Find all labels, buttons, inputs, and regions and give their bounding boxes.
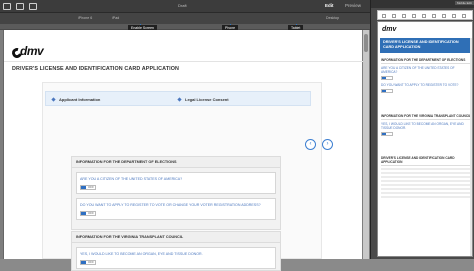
step-label: Legal License Consent (185, 97, 229, 102)
panel-header: Mobile Edit (371, 0, 474, 8)
mobile-text-line (381, 196, 471, 198)
mobile-section-heading: INFORMATION FOR THE VIRGINIA TRANSPLANT … (381, 114, 471, 120)
step-label: Applicant Information (59, 97, 101, 102)
toggle-switch[interactable]: OFF (80, 185, 96, 190)
tool-icon[interactable] (382, 14, 386, 18)
mobile-question: DO YOU WANT TO APPLY TO REGISTER TO VOTE… (381, 83, 459, 87)
page-canvas: dmv DRIVER'S LICENSE AND IDENTIFICATION … (3, 30, 363, 271)
mobile-text-line (381, 188, 471, 190)
toggle-label: OFF (88, 185, 94, 189)
toggle-switch[interactable]: OFF (80, 211, 96, 216)
mobile-section-heading: DRIVER'S LICENSE AND IDENTIFICATION CARD… (381, 156, 471, 166)
top-toolbar: Draft Edit Preview (0, 0, 370, 13)
document-title: Draft (178, 3, 187, 8)
comment-icon[interactable] (29, 3, 37, 10)
page-title: DRIVER'S LICENSE AND IDENTIFICATION CARD… (12, 66, 180, 72)
question-text: DO YOU WANT TO APPLY TO REGISTER TO VOTE… (80, 203, 261, 207)
dmv-logo-text: dmv (20, 44, 44, 58)
next-arrow-icon[interactable]: › (322, 139, 333, 150)
mobile-toggle[interactable] (381, 76, 393, 80)
mobile-scrollbar[interactable] (470, 38, 472, 256)
mobile-frame: dmv DRIVER'S LICENSE AND IDENTIFICATION … (377, 21, 473, 257)
previous-arrow-icon[interactable]: ‹ (305, 139, 316, 150)
mobile-toggle-knob (382, 90, 386, 92)
toggle-knob (81, 261, 86, 264)
header-row: dmv (4, 40, 363, 62)
mobile-text-line (381, 176, 471, 178)
panel-icon-toolbar (377, 10, 473, 20)
question-card: DO YOU WANT TO APPLY TO REGISTER TO VOTE… (76, 198, 276, 220)
section-elections: INFORMATION FOR THE DEPARTMENT OF ELECTI… (71, 156, 281, 230)
preview-tab[interactable]: Preview (345, 3, 361, 8)
mobile-section-heading: INFORMATION FOR THE DEPARTMENT OF ELECTI… (381, 58, 471, 64)
question-card: YES, I WOULD LIKE TO BECOME AN ORGAN, EY… (76, 247, 276, 269)
mobile-question: YES, I WOULD LIKE TO BECOME AN ORGAN, EY… (381, 122, 464, 130)
step-legal-license-consent[interactable]: Legal License Consent (177, 97, 229, 103)
layout-icon[interactable] (16, 3, 24, 10)
mobile-preview-panel: Mobile Edit dmv DRIVER'S LICENSE AND IDE… (370, 0, 474, 259)
step-bullet-icon (177, 97, 182, 103)
tool-icon[interactable] (452, 14, 456, 18)
mobile-toggle[interactable] (381, 132, 393, 136)
device-tablet-label[interactable]: iPad (112, 16, 119, 20)
question-text: ARE YOU A CITIZEN OF THE UNITED STATES O… (80, 177, 183, 181)
tool-icon[interactable] (412, 14, 416, 18)
question-card: ARE YOU A CITIZEN OF THE UNITED STATES O… (76, 172, 276, 194)
mobile-question: ARE YOU A CITIZEN OF THE UNITED STATES O… (381, 66, 455, 74)
toggle-knob (81, 212, 86, 215)
tool-icon[interactable] (442, 14, 446, 18)
mobile-block-application: DRIVER'S LICENSE AND IDENTIFICATION CARD… (381, 156, 471, 200)
section-heading: INFORMATION FOR THE VIRGINIA TRANSPLANT … (72, 232, 280, 243)
mobile-block-elections: INFORMATION FOR THE DEPARTMENT OF ELECTI… (381, 58, 471, 96)
step-applicant-information[interactable]: Applicant Information (51, 97, 101, 103)
toggle-label: OFF (88, 211, 94, 215)
panel-tag[interactable]: Mobile Edit (455, 1, 474, 5)
tool-icon[interactable] (402, 14, 406, 18)
menu-icon[interactable] (3, 3, 11, 10)
toggle-knob (81, 186, 86, 189)
question-text: YES, I WOULD LIKE TO BECOME AN ORGAN, EY… (80, 252, 203, 256)
device-bar: iPhone 6 iPad Desktop (0, 13, 370, 24)
section-heading: INFORMATION FOR THE DEPARTMENT OF ELECTI… (72, 157, 280, 168)
scrollbar-thumb[interactable] (364, 34, 368, 52)
editor-area: Draft Edit Preview iPhone 6 iPad Desktop… (0, 0, 370, 271)
tool-icon[interactable] (462, 14, 466, 18)
edit-tab[interactable]: Edit (325, 3, 334, 8)
section-transplant: INFORMATION FOR THE VIRGINIA TRANSPLANT … (71, 231, 281, 271)
tool-icon[interactable] (432, 14, 436, 18)
mobile-toggle[interactable] (381, 89, 393, 93)
mobile-title-bar: DRIVER'S LICENSE AND IDENTIFICATION CARD… (380, 38, 472, 53)
mobile-block-transplant: INFORMATION FOR THE VIRGINIA TRANSPLANT … (381, 114, 471, 139)
dmv-logo: dmv (10, 44, 50, 60)
step-tabs: Applicant Information Legal License Cons… (45, 91, 311, 106)
mobile-toggle-knob (382, 133, 386, 135)
toggle-switch[interactable]: OFF (80, 260, 96, 265)
canvas-scrollbar[interactable] (363, 30, 369, 259)
mobile-text-line (381, 172, 471, 174)
step-bullet-icon (51, 97, 56, 103)
mobile-toggle-knob (382, 77, 386, 79)
tool-icon[interactable] (422, 14, 426, 18)
toggle-label: OFF (88, 260, 94, 264)
mobile-logo: dmv (382, 26, 397, 33)
tool-icon[interactable] (392, 14, 396, 18)
device-phone-label[interactable]: iPhone 6 (78, 16, 92, 20)
mobile-text-line (381, 184, 471, 186)
mobile-text-line (381, 168, 471, 170)
device-desktop-label[interactable]: Desktop (326, 16, 339, 20)
form-container: Applicant Information Legal License Cons… (42, 82, 333, 271)
mobile-text-line (381, 192, 471, 194)
mobile-text-line (381, 180, 471, 182)
